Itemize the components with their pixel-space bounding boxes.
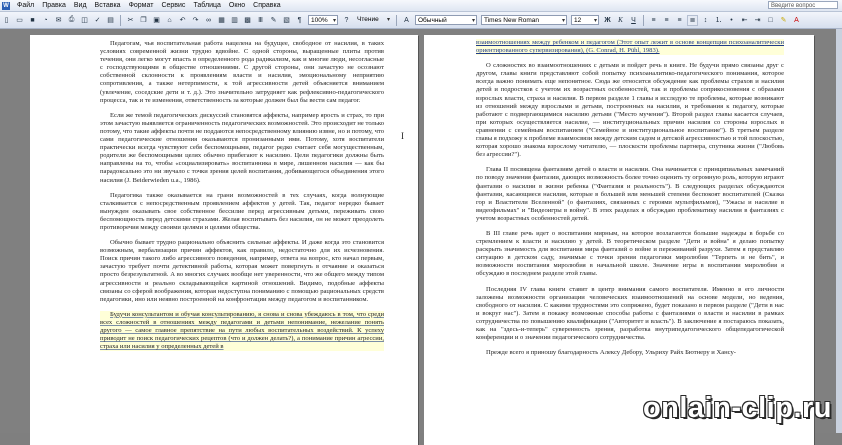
font-size-select[interactable]: 12 bbox=[571, 15, 599, 25]
menu-format[interactable]: Формат bbox=[125, 2, 158, 9]
menu-table[interactable]: Таблица bbox=[189, 2, 224, 9]
hyperlink-icon[interactable]: ∞ bbox=[203, 15, 214, 26]
page-left[interactable]: Педагогам, чья воспитательная работа нац… bbox=[30, 35, 418, 445]
border-icon[interactable]: □ bbox=[765, 15, 776, 26]
underline-button[interactable]: Ч bbox=[628, 15, 639, 26]
cut-icon[interactable]: ✂ bbox=[125, 15, 136, 26]
paragraph: Глава II посвящена фантазиям детей о вла… bbox=[476, 166, 784, 222]
bold-button[interactable]: Ж bbox=[602, 15, 613, 26]
menu-edit[interactable]: Правка bbox=[38, 2, 70, 9]
paragraph: О сложностях во взаимоотношениях с детьм… bbox=[476, 62, 784, 159]
decrease-indent-icon[interactable]: ⇤ bbox=[739, 15, 750, 26]
paste-icon[interactable]: ▣ bbox=[151, 15, 162, 26]
paragraph: Обычно бывает трудно рационально объясни… bbox=[100, 239, 384, 303]
format-painter-icon[interactable]: ⌂ bbox=[164, 15, 175, 26]
research-icon[interactable]: ▤ bbox=[105, 15, 116, 26]
reading-mode-button[interactable]: Чтение bbox=[355, 15, 391, 25]
italic-button[interactable]: К bbox=[615, 15, 626, 26]
toolbar-separator bbox=[396, 14, 397, 26]
page-right[interactable]: взаимоотношениях между ребенком и педаго… bbox=[424, 35, 814, 445]
permission-icon[interactable]: ◔ bbox=[40, 15, 51, 26]
align-left-icon[interactable]: ≡ bbox=[648, 15, 659, 26]
print-preview-icon[interactable]: ◫ bbox=[79, 15, 90, 26]
open-folder-icon[interactable]: ▭ bbox=[14, 15, 25, 26]
show-hide-icon[interactable]: ¶ bbox=[294, 15, 305, 26]
line-spacing-icon[interactable]: ↕ bbox=[700, 15, 711, 26]
font-color-icon[interactable]: A bbox=[791, 15, 802, 26]
paragraph: Педагогика также оказывается на грани во… bbox=[100, 191, 384, 231]
styles-pane-icon[interactable]: A bbox=[401, 15, 412, 26]
columns-icon[interactable]: Ⅲ bbox=[255, 15, 266, 26]
help-icon[interactable]: ? bbox=[341, 15, 352, 26]
bullets-icon[interactable]: • bbox=[726, 15, 737, 26]
paragraph-highlighted: взаимоотношениях между ребенком и педаго… bbox=[476, 39, 784, 56]
text-cursor-icon: I bbox=[401, 131, 404, 141]
paragraph: Педагогам, чья воспитательная работа нац… bbox=[100, 40, 384, 104]
menu-file[interactable]: Файл bbox=[13, 2, 38, 9]
align-right-icon[interactable]: ≡ bbox=[674, 15, 685, 26]
menu-tools[interactable]: Сервис bbox=[157, 2, 189, 9]
font-select[interactable]: Times New Roman bbox=[481, 15, 567, 25]
insert-table-icon[interactable]: ▥ bbox=[229, 15, 240, 26]
drawing-icon[interactable]: ✎ bbox=[268, 15, 279, 26]
page-left-text: Педагогам, чья воспитательная работа нац… bbox=[30, 35, 418, 352]
align-center-icon[interactable]: ≡ bbox=[661, 15, 672, 26]
document-workspace[interactable]: Педагогам, чья воспитательная работа нац… bbox=[0, 29, 842, 445]
page-right-text: взаимоотношениях между ребенком и педаго… bbox=[424, 35, 814, 357]
email-icon[interactable]: ✉ bbox=[53, 15, 64, 26]
paragraph: Прежде всего я приношу благодарность Але… bbox=[486, 349, 736, 357]
vertical-scrollbar[interactable] bbox=[836, 29, 842, 433]
style-select[interactable]: Обычный bbox=[415, 15, 477, 25]
watermark-logo: onlain-clip.ru bbox=[642, 392, 832, 424]
paragraph: Последняя IV глава книги ставит в центр … bbox=[476, 285, 784, 342]
toolbar-separator bbox=[120, 14, 121, 26]
paragraph: Если же темой педагогических дискуссий с… bbox=[100, 111, 384, 184]
formatting-toolbar: ▯ ▭ ■ ◔ ✉ ⎙ ◫ ✓ ▤ ✂ ❐ ▣ ⌂ ↶ ↷ ∞ ▦ ▥ ▩ Ⅲ … bbox=[0, 12, 842, 29]
justify-icon[interactable]: ≣ bbox=[687, 14, 698, 26]
highlight-icon[interactable]: ✎ bbox=[778, 15, 789, 26]
menu-view[interactable]: Вид bbox=[70, 2, 91, 9]
toolbar-separator bbox=[643, 14, 644, 26]
word-app-icon: W bbox=[2, 1, 10, 10]
document-map-icon[interactable]: ▧ bbox=[281, 15, 292, 26]
paragraph: В III главе речь идет о воспитании мирны… bbox=[476, 229, 784, 278]
menu-insert[interactable]: Вставка bbox=[91, 2, 125, 9]
increase-indent-icon[interactable]: ⇥ bbox=[752, 15, 763, 26]
zoom-select[interactable]: 100% bbox=[308, 15, 338, 25]
undo-icon[interactable]: ↶ bbox=[177, 15, 188, 26]
insert-excel-icon[interactable]: ▩ bbox=[242, 15, 253, 26]
save-icon[interactable]: ■ bbox=[27, 15, 38, 26]
spelling-icon[interactable]: ✓ bbox=[92, 15, 103, 26]
help-search-input[interactable]: Введите вопрос bbox=[768, 1, 838, 9]
menu-bar: W Файл Правка Вид Вставка Формат Сервис … bbox=[0, 0, 842, 12]
numbering-icon[interactable]: ⒈ bbox=[713, 15, 724, 26]
new-document-icon[interactable]: ▯ bbox=[1, 15, 12, 26]
menu-window[interactable]: Окно bbox=[225, 2, 249, 9]
redo-icon[interactable]: ↷ bbox=[190, 15, 201, 26]
copy-icon[interactable]: ❐ bbox=[138, 15, 149, 26]
tables-borders-icon[interactable]: ▦ bbox=[216, 15, 227, 26]
paragraph-highlighted: Будучи консультантом и обучая консультир… bbox=[100, 310, 384, 352]
menu-help[interactable]: Справка bbox=[249, 2, 284, 9]
print-icon[interactable]: ⎙ bbox=[66, 15, 77, 26]
